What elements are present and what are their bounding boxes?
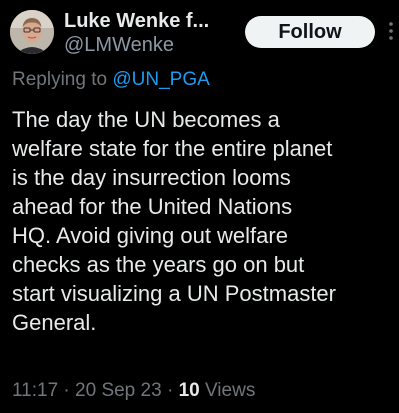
- meta-separator: ·: [58, 380, 76, 401]
- avatar[interactable]: [10, 10, 54, 54]
- avatar-image: [10, 10, 54, 54]
- reply-mention-link[interactable]: @UN_PGA: [112, 69, 209, 90]
- views-label: Views: [199, 380, 256, 401]
- tweet-text-line: The day the UN becomes a: [12, 107, 280, 132]
- tweet-text-line: welfare state for the entire planet: [12, 136, 333, 161]
- tweet-text: The day the UN becomes a welfare state f…: [12, 105, 396, 337]
- tweet-header: Luke Wenke f... @LMWenke Follow: [10, 6, 393, 58]
- reply-prefix: Replying to: [12, 69, 113, 90]
- tweet-time[interactable]: 11:17: [12, 380, 58, 401]
- author-handle[interactable]: @LMWenke: [64, 33, 254, 57]
- tweet: Luke Wenke f... @LMWenke Follow Replying…: [0, 0, 399, 413]
- tweet-meta: 11:17 · 20 Sep 23 · 10 Views: [12, 378, 255, 404]
- reply-context: Replying to @UN_PGA: [12, 67, 210, 93]
- views-count: 10: [178, 380, 200, 401]
- tweet-date[interactable]: 20 Sep 23: [75, 380, 162, 401]
- more-vertical-icon[interactable]: [387, 20, 395, 42]
- tweet-text-line: General.: [12, 310, 97, 335]
- meta-separator: ·: [161, 380, 179, 401]
- tweet-text-line: checks as the years go on but: [12, 252, 305, 277]
- tweet-text-line: ahead for the United Nations: [12, 194, 293, 219]
- tweet-text-line: start visualizing a UN Postmaster: [12, 281, 336, 306]
- author-names: Luke Wenke f... @LMWenke: [64, 9, 254, 57]
- tweet-text-line: is the day insurrection looms: [12, 165, 291, 190]
- follow-button[interactable]: Follow: [245, 16, 375, 48]
- author-display-name[interactable]: Luke Wenke f...: [64, 9, 254, 33]
- tweet-text-line: HQ. Avoid giving out welfare: [12, 223, 288, 248]
